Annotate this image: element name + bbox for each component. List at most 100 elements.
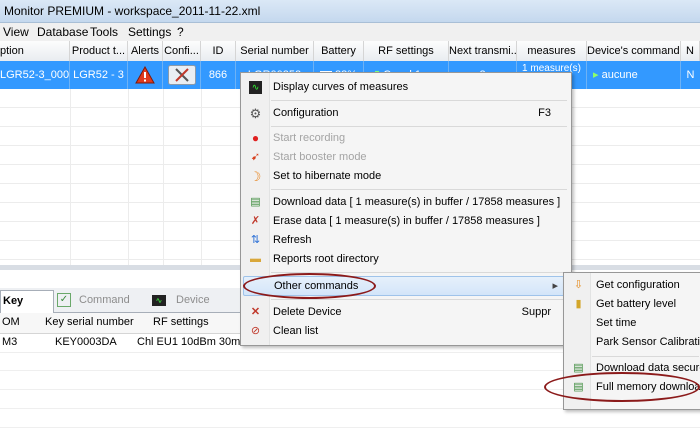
cell-commands-value: aucune [601,69,638,81]
menu-item-label: Start booster mode [273,151,367,163]
col-measures[interactable]: measures [517,41,587,61]
col-product[interactable]: Product t... [70,41,128,61]
menu-bar: View Database Tools Settings ? [0,23,700,41]
annotation-ellipse [544,372,700,402]
folder-icon: ▬ [250,253,261,265]
menu-separator [271,100,567,101]
menu-item-delete-device[interactable]: ✕ Delete Device Suppr [243,303,569,322]
menu-separator [271,126,567,127]
menu-item-refresh[interactable]: ⇅ Refresh [243,231,569,250]
cell-config [163,61,201,89]
menu-item-shortcut: Suppr [521,306,551,318]
col-id[interactable]: ID [201,41,236,61]
col-device-commands[interactable]: Device's commands [587,41,681,61]
gear-icon: ⚙ [249,106,262,121]
menu-item-label: Set time [596,317,637,329]
submenu-item-park-sensor[interactable]: Park Sensor Calibration [566,333,700,352]
submenu-arrow-icon: ▸ [552,280,558,292]
col-battery[interactable]: Battery [314,41,364,61]
booster-icon: ➹ [250,151,261,163]
cell-extra: N [686,69,695,81]
menu-item-label: Start recording [273,132,346,144]
submenu-item-get-configuration[interactable]: ⇩ Get configuration [566,276,700,295]
tab-key-control[interactable]: Key control [0,290,54,327]
submenu-item-set-time[interactable]: Set time [566,314,700,333]
grid-divider [128,89,129,265]
menu-item-label: Erase data [ 1 measure(s) in buffer / 17… [273,215,540,227]
menu-item-label: Clean list [273,325,319,337]
cell-commands: ▸ aucune [587,61,681,89]
cell-bottom-rf: Chl EU1 10dBm 30mA [137,336,248,348]
menu-help[interactable]: ? [177,25,184,39]
col-config[interactable]: Confi... [163,41,201,61]
menu-tools[interactable]: Tools [90,25,118,39]
arrow-down-icon: ⇩ [573,279,584,291]
monitor-icon: ∿ [152,294,166,306]
delete-icon: ✕ [250,306,261,318]
menu-item-label: Park Sensor Calibration [596,336,700,348]
menu-item-clean-list[interactable]: ⊘ Clean list [243,322,569,341]
erase-icon: ✗ [250,215,261,227]
battery-icon: ▮ [575,298,582,310]
menu-settings[interactable]: Settings [128,25,171,39]
menu-item-label: Get battery level [596,298,677,310]
menu-item-label: Delete Device [273,306,342,318]
grid-divider [163,89,164,265]
checkbox-icon: ✓ [57,293,71,308]
menu-view[interactable]: View [3,25,29,39]
grid-divider [70,89,71,265]
menu-item-label: Set to hibernate mode [273,170,382,182]
menu-item-shortcut: F3 [538,107,551,119]
menu-item-label: Display curves of measures [273,81,409,93]
col-extra[interactable]: N [681,41,700,61]
menu-item-erase-data[interactable]: ✗ Erase data [ 1 measure(s) in buffer / … [243,212,569,231]
cell-com: M3 [2,336,18,348]
curves-icon: ∿ [249,81,262,94]
menu-item-download-data[interactable]: ▤ Download data [ 1 measure(s) in buffer… [243,193,569,212]
col-next-transmission[interactable]: Next transmi... [449,41,517,61]
menu-separator [592,356,699,357]
menu-item-configuration[interactable]: ⚙ Configuration F3 [243,104,569,123]
tools-icon[interactable] [167,65,196,85]
menu-item-start-booster[interactable]: ➹ Start booster mode [243,148,569,167]
grid-divider [201,89,202,265]
refresh-icon: ⇅ [250,234,261,246]
menu-item-reports-directory[interactable]: ▬ Reports root directory [243,250,569,269]
menu-item-label: Refresh [273,234,312,246]
alert-warning-icon[interactable] [135,65,155,84]
menu-item-start-recording[interactable]: ● Start recording [243,129,569,148]
title-bar: Monitor PREMIUM - workspace_2011-11-22.x… [0,0,700,23]
context-menu: ∿ Display curves of measures ⚙ Configura… [240,72,572,346]
cell-product: LGR52 - 3 [70,61,128,89]
moon-icon: ☽ [249,169,262,184]
col-alerts[interactable]: Alerts [128,41,163,61]
menu-item-label: Download data [ 1 measure(s) in buffer /… [273,196,561,208]
menu-database[interactable]: Database [37,25,88,39]
col-description[interactable]: ption [0,41,70,61]
menu-item-display-curves[interactable]: ∿ Display curves of measures [243,78,569,97]
annotation-ellipse [243,273,376,299]
menu-separator [271,299,567,300]
col-com[interactable]: OM [2,313,20,332]
clean-icon: ⊘ [250,325,261,337]
cell-id: 866 [201,61,236,89]
window-title: Monitor PREMIUM - workspace_2011-11-22.x… [4,4,261,18]
device-grid-header: ption Product t... Alerts Confi... ID Se… [0,41,700,62]
cell-alerts [128,61,163,89]
menu-separator [271,189,567,190]
menu-item-hibernate[interactable]: ☽ Set to hibernate mode [243,167,569,186]
col-key-serial[interactable]: Key serial number [45,313,134,332]
download-icon: ▤ [250,196,261,208]
cell-description: LGR52-3_000... [0,61,70,89]
col-serial[interactable]: Serial number [236,41,314,61]
col-rf-settings[interactable]: RF settings [364,41,449,61]
cell-key-serial: KEY0003DA [55,336,117,348]
green-dot-icon: ▸ [593,69,599,81]
tab-device-monitor[interactable]: ∿Device Monito [150,290,245,326]
col-bottom-rf[interactable]: RF settings [153,313,209,332]
tab-command-list[interactable]: ✓Command list [55,290,145,326]
record-icon: ● [251,131,260,145]
menu-item-label: Reports root directory [273,253,379,265]
menu-item-label: Configuration [273,107,339,119]
submenu-item-battery-level[interactable]: ▮ Get battery level [566,295,700,314]
